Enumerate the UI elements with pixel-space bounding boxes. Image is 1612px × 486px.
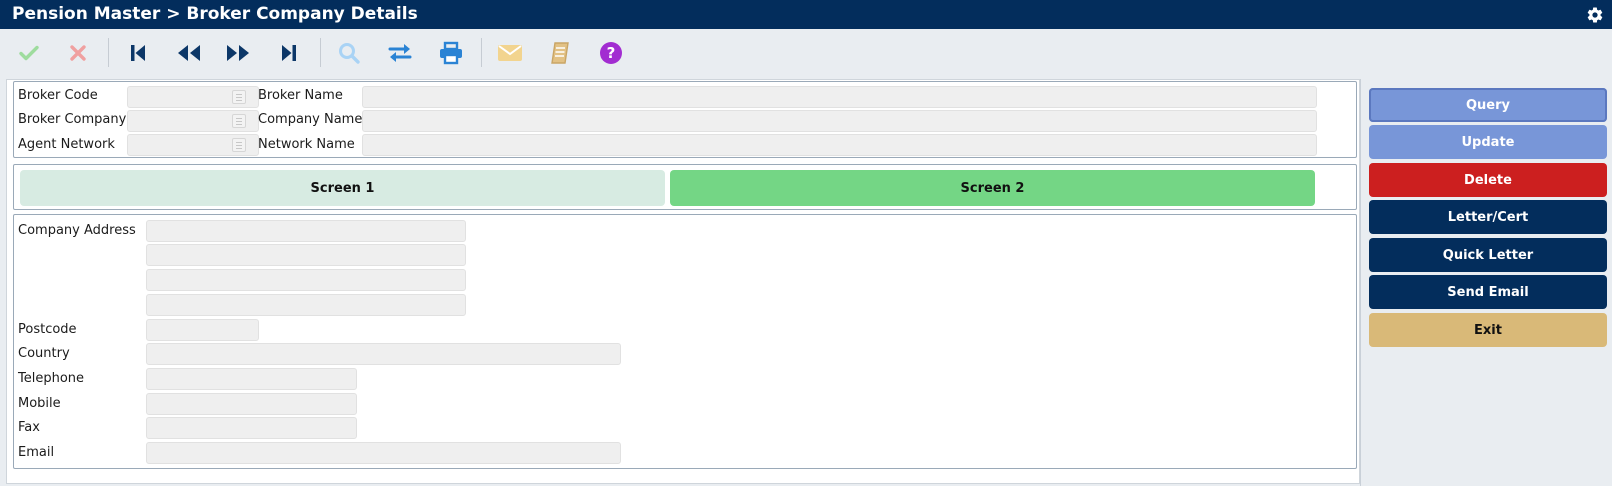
tab-screen-2[interactable]: Screen 2 (670, 170, 1315, 206)
last-record-icon[interactable] (274, 38, 304, 68)
cancel-x-icon[interactable] (63, 38, 93, 68)
delete-button[interactable]: Delete (1369, 163, 1607, 197)
previous-record-icon[interactable] (174, 38, 204, 68)
network-name-field[interactable] (362, 134, 1317, 156)
mobile-field[interactable] (146, 393, 357, 415)
exit-button[interactable]: Exit (1369, 313, 1607, 347)
company-name-label: Company Name (258, 112, 363, 127)
print-icon[interactable] (436, 38, 466, 68)
broker-name-label: Broker Name (258, 88, 343, 103)
update-button[interactable]: Update (1369, 125, 1607, 159)
network-name-label: Network Name (258, 137, 355, 152)
page-title: Pension Master > Broker Company Details (12, 4, 418, 24)
query-button[interactable]: Query (1369, 88, 1607, 122)
toolbar: ? (0, 29, 1612, 76)
main-content: Broker Code Broker Name Broker Company C… (6, 79, 1360, 484)
svg-text:?: ? (607, 44, 616, 62)
broker-code-label: Broker Code (18, 88, 98, 103)
telephone-label: Telephone (18, 371, 85, 386)
postcode-label: Postcode (18, 322, 77, 337)
fax-field[interactable] (146, 417, 357, 439)
country-field[interactable] (146, 343, 621, 365)
search-icon[interactable] (334, 38, 364, 68)
company-details-panel: Company Address Postcode Country Telepho… (13, 214, 1357, 469)
broker-name-field[interactable] (362, 86, 1317, 108)
toolbar-separator (481, 38, 482, 67)
quick-letter-button[interactable]: Quick Letter (1369, 238, 1607, 272)
country-label: Country (18, 346, 70, 361)
action-sidebar: Query Update Delete Letter/Cert Quick Le… (1360, 79, 1612, 486)
broker-company-lookup-icon[interactable] (232, 114, 246, 128)
swap-icon[interactable] (385, 38, 415, 68)
company-name-field[interactable] (362, 110, 1317, 132)
toolbar-separator (108, 38, 109, 67)
first-record-icon[interactable] (123, 38, 153, 68)
confirm-check-icon[interactable] (14, 38, 44, 68)
broker-company-label: Broker Company (18, 112, 127, 127)
address-line-3-field[interactable] (146, 269, 466, 291)
broker-header-panel: Broker Code Broker Name Broker Company C… (13, 81, 1357, 158)
email-field[interactable] (146, 442, 621, 464)
company-address-label: Company Address (18, 223, 136, 238)
tab-screen-1[interactable]: Screen 1 (20, 170, 665, 206)
help-icon[interactable]: ? (596, 38, 626, 68)
telephone-field[interactable] (146, 368, 357, 390)
screen-tabs-panel: Screen 1 Screen 2 (13, 164, 1357, 210)
address-line-2-field[interactable] (146, 244, 466, 266)
send-email-button[interactable]: Send Email (1369, 275, 1607, 309)
agent-network-label: Agent Network (18, 137, 115, 152)
fax-label: Fax (18, 420, 40, 435)
broker-code-lookup-icon[interactable] (232, 90, 246, 104)
notes-book-icon[interactable] (545, 38, 575, 68)
toolbar-separator (320, 38, 321, 67)
mobile-label: Mobile (18, 396, 61, 411)
email-label: Email (18, 445, 55, 460)
gear-icon[interactable] (1586, 6, 1604, 24)
email-icon[interactable] (495, 38, 525, 68)
title-bar: Pension Master > Broker Company Details (0, 0, 1612, 29)
letter-cert-button[interactable]: Letter/Cert (1369, 200, 1607, 234)
next-record-icon[interactable] (223, 38, 253, 68)
address-line-1-field[interactable] (146, 220, 466, 242)
postcode-field[interactable] (146, 319, 259, 341)
agent-network-lookup-icon[interactable] (232, 138, 246, 152)
address-line-4-field[interactable] (146, 294, 466, 316)
